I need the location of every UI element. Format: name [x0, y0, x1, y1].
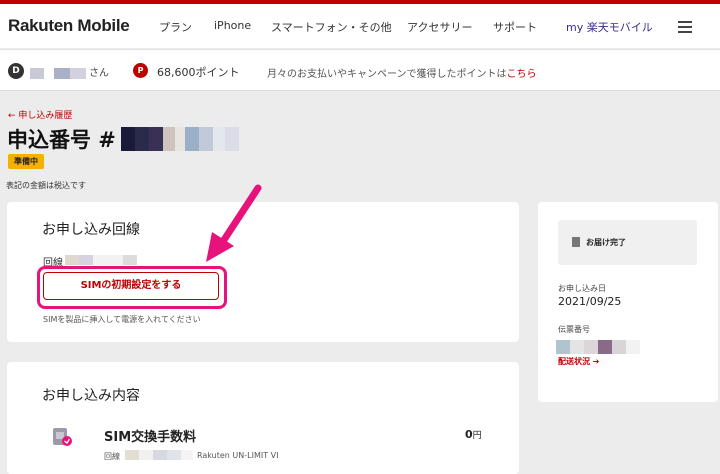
nav-support[interactable]: サポート: [493, 19, 537, 35]
point-promo-text: 月々のお支払いやキャンペーンで獲得したポイントはこちら: [267, 69, 537, 80]
nav-plan[interactable]: プラン: [159, 19, 192, 35]
order-details-card: お申し込み内容 SIM交換手数料 0円 回線 Rakuten UN-LIMIT …: [7, 362, 519, 474]
tax-note: 表記の金額は税込です: [6, 181, 86, 190]
nav-iphone[interactable]: iPhone: [214, 19, 251, 32]
pointer-arrow-icon: [206, 184, 262, 262]
nav-accessory[interactable]: アクセサリー: [407, 19, 472, 35]
sim-card-icon: [53, 428, 72, 446]
user-points-bar: D さん P 68,600ポイント 月々のお支払いやキャンペーンで獲得したポイン…: [0, 49, 720, 91]
user-honorific: さん: [89, 68, 109, 79]
sim-instruction-note: SIMを製品に挿入して電源を入れてください: [43, 315, 201, 324]
rakuten-mobile-logo[interactable]: Rakuten Mobile: [8, 16, 130, 36]
delivery-status-box: お届け完了: [558, 220, 697, 265]
nav-smartphone[interactable]: スマートフォン・その他: [271, 19, 392, 35]
item-plan: Rakuten UN-LIMIT VI: [197, 451, 279, 460]
back-to-history-link[interactable]: ← 申し込み履歴: [8, 108, 72, 121]
nav-my-rakuten-mobile[interactable]: my 楽天モバイル: [566, 19, 653, 35]
hamburger-menu-icon[interactable]: [678, 21, 692, 33]
item-price: 0円: [465, 428, 482, 441]
line-number-redacted: [65, 255, 151, 265]
point-icon: P: [133, 63, 148, 78]
point-promo-link[interactable]: こちら: [507, 69, 537, 80]
item-line-redacted: [125, 450, 193, 460]
order-date-label: お申し込み日: [558, 284, 606, 293]
item-line-label: 回線: [104, 452, 120, 461]
document-icon: [572, 237, 580, 247]
slip-number-redacted: [556, 340, 640, 354]
line-card-title: お申し込み回線: [42, 222, 140, 238]
point-balance: 68,600ポイント: [157, 66, 240, 79]
details-card-title: お申し込み内容: [42, 388, 140, 404]
top-navigation: Rakuten Mobile プラン iPhone スマートフォン・その他 アク…: [0, 4, 720, 48]
slip-number-label: 伝票番号: [558, 325, 590, 334]
status-badge: 準備中: [8, 154, 44, 169]
order-date: 2021/09/25: [558, 295, 622, 308]
delivery-card: お届け完了 お申し込み日 2021/09/25 伝票番号 配送状況 ➔: [538, 202, 718, 402]
item-name: SIM交換手数料: [104, 430, 197, 445]
order-number-title: 申込番号 #: [7, 128, 116, 152]
user-name-redacted: [30, 68, 86, 79]
shipping-status-link[interactable]: 配送状況 ➔: [558, 356, 600, 367]
order-number-redacted: [121, 127, 261, 151]
delivery-status-text: お届け完了: [586, 238, 626, 247]
diamond-rank-icon: D: [8, 63, 24, 79]
sim-button-highlight: [37, 266, 227, 309]
